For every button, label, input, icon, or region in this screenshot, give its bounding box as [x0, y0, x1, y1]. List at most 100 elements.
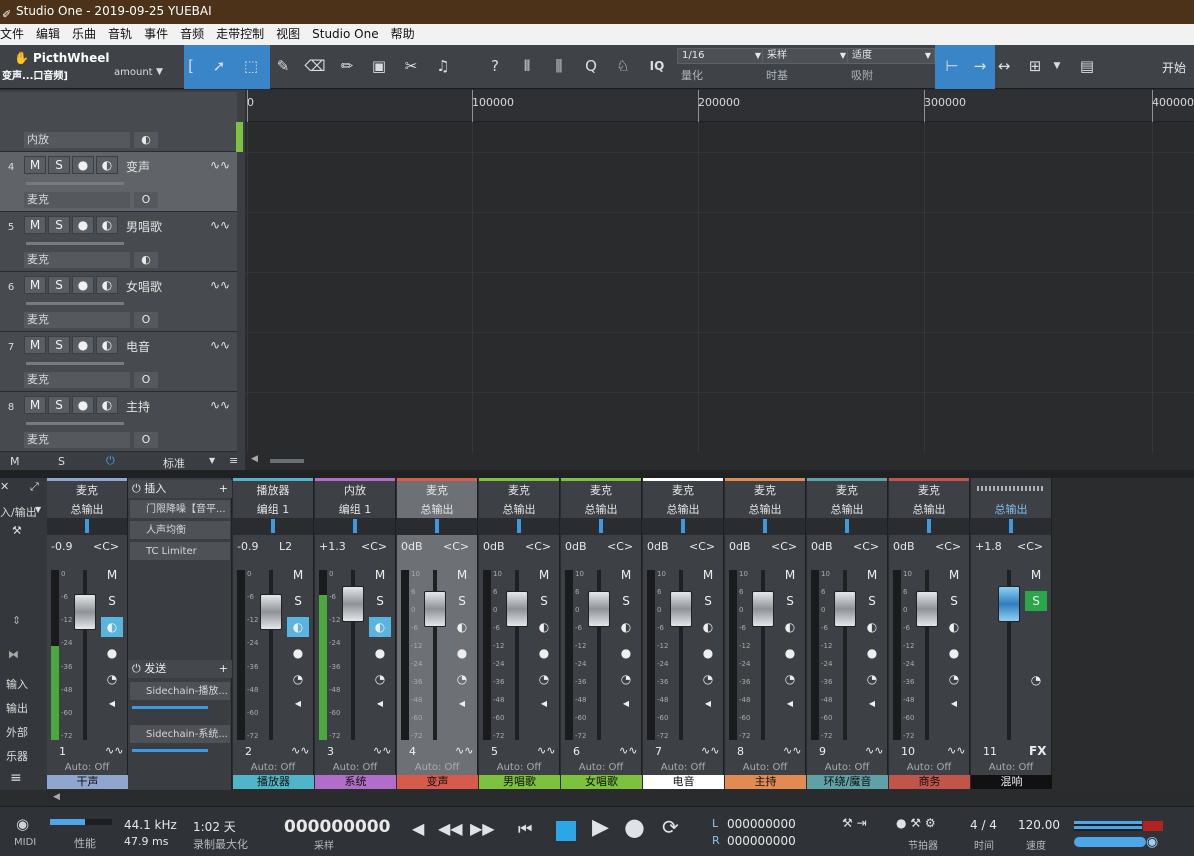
record-icon[interactable]: ●	[369, 643, 391, 663]
monitor-button[interactable]: O	[134, 312, 158, 328]
volume-fader[interactable]	[424, 591, 446, 627]
solo-button[interactable]: S	[287, 591, 309, 611]
chevron-left-icon[interactable]: ◀	[101, 694, 123, 714]
pan-value[interactable]: <C>	[771, 540, 797, 553]
volume-fader[interactable]	[342, 586, 364, 622]
pan-value[interactable]: <C>	[443, 540, 469, 553]
automation-icon[interactable]: ◔	[533, 669, 555, 689]
send-level[interactable]	[132, 706, 208, 709]
monitor-button[interactable]: O	[134, 192, 158, 208]
monitor-icon[interactable]: ◐	[943, 617, 965, 637]
add-icon[interactable]: +	[219, 660, 228, 678]
track-input[interactable]: 麦克	[24, 192, 130, 208]
channel-output[interactable]: 总输出	[47, 501, 127, 517]
arrange-view[interactable]	[245, 122, 1194, 452]
track-input[interactable]: 麦克	[24, 312, 130, 328]
mute-button[interactable]: M	[24, 396, 46, 414]
volume-value[interactable]: 0dB	[811, 540, 833, 553]
volume-value[interactable]: 0dB	[401, 540, 423, 553]
mode-select[interactable]: 标准	[163, 455, 185, 471]
automation-icon[interactable]: ◔	[615, 669, 637, 689]
automation-mode[interactable]: Auto: Off	[315, 762, 395, 773]
monitor-icon[interactable]: ◐	[96, 216, 118, 234]
automation-mode[interactable]: Auto: Off	[643, 762, 723, 773]
automation-icon[interactable]: ◔	[861, 669, 883, 689]
console-scrollbar[interactable]: ◀	[47, 790, 1194, 806]
menu-transport[interactable]: 走带控制	[210, 24, 270, 45]
volume-fader[interactable]	[752, 591, 774, 627]
chevron-left-icon[interactable]: ◀	[369, 694, 391, 714]
volume-fader[interactable]	[670, 591, 692, 627]
channel-input[interactable]: 内放	[315, 482, 395, 498]
fx-output[interactable]: 总输出	[971, 501, 1051, 517]
start-button[interactable]: 开始	[1162, 59, 1186, 76]
mute-button[interactable]: M	[369, 565, 391, 585]
go-end-icon[interactable]: ⏮	[518, 819, 532, 839]
track-name[interactable]: 主持	[126, 398, 150, 415]
track-row[interactable]: 5 M S ● ◐ 男唱歌 ∿∿ 麦克 ◐	[0, 212, 237, 272]
channel-input[interactable]: 播放器	[233, 482, 313, 498]
mute-button[interactable]: M	[24, 276, 46, 294]
automation-icon[interactable]: ◔	[943, 669, 965, 689]
io-toggle[interactable]: 入/输出	[0, 504, 37, 520]
main-volume[interactable]	[1074, 837, 1146, 847]
menu-edit[interactable]: 编辑	[30, 24, 66, 45]
menu-file[interactable]: 文件	[0, 24, 30, 45]
metronome-dot-icon[interactable]: ● ⚒ ⚙	[896, 816, 936, 830]
pan-value[interactable]: <C>	[525, 540, 551, 553]
monitor-icon[interactable]: ◐	[101, 617, 123, 637]
menu-song[interactable]: 乐曲	[66, 24, 102, 45]
listen-tool-icon[interactable]: ♫	[432, 55, 454, 77]
instrument-tab[interactable]: 乐器	[6, 748, 28, 764]
horizontal-scrollbar[interactable]: ◀	[245, 452, 1194, 470]
track-volume[interactable]	[26, 362, 124, 365]
toggle-icon[interactable]: ◉	[1146, 834, 1158, 850]
close-icon[interactable]: ✕	[0, 480, 9, 493]
arrow-tool-icon[interactable]: ➚	[208, 55, 230, 77]
record-button[interactable]: ●	[72, 396, 94, 414]
snap-select[interactable]: 适度 ▼	[847, 48, 935, 64]
monitor-icon[interactable]: ◐	[861, 617, 883, 637]
scroll-thumb[interactable]	[270, 459, 304, 463]
track-volume[interactable]	[26, 182, 124, 185]
solo-button[interactable]: S	[451, 591, 473, 611]
channel-input[interactable]: 麦克	[889, 482, 969, 498]
quantize-icon[interactable]: Q	[580, 55, 602, 77]
loop-left-value[interactable]: 000000000	[727, 817, 796, 831]
automation-icon[interactable]: ◔	[101, 669, 123, 689]
insert-slot[interactable]: 门限降噪【音平...	[130, 500, 230, 519]
channel-input[interactable]: 麦克	[47, 482, 127, 498]
automation-mode[interactable]: Auto: Off	[807, 762, 887, 773]
mute-button[interactable]: M	[697, 565, 719, 585]
record-button[interactable]: ●	[72, 216, 94, 234]
monitor-button[interactable]: ◐	[134, 252, 158, 268]
channel-output[interactable]: 总输出	[397, 501, 477, 517]
channel-input[interactable]: 麦克	[479, 482, 559, 498]
volume-value[interactable]: -0.9	[51, 540, 72, 553]
solo-button[interactable]: S	[697, 591, 719, 611]
fx-automation-mode[interactable]: Auto: Off	[971, 762, 1051, 773]
audiobend-icon[interactable]: ⫴	[516, 55, 538, 77]
menu-track[interactable]: 音轨	[102, 24, 138, 45]
metronome-icon[interactable]: ♘	[612, 55, 634, 77]
track-name[interactable]: 男唱歌	[126, 218, 162, 235]
timeline-ruler[interactable]: 0 100000 200000 300000 400000	[245, 90, 1194, 122]
monitor-icon[interactable]: ◐	[96, 396, 118, 414]
chevron-left-icon[interactable]: ◀	[615, 694, 637, 714]
param-label[interactable]: amount	[114, 67, 153, 78]
record-icon[interactable]: ●	[101, 643, 123, 663]
chevron-left-icon[interactable]: ◀	[451, 694, 473, 714]
record-icon[interactable]: ●	[287, 643, 309, 663]
channel-name[interactable]: 男唱歌	[479, 775, 560, 789]
solo-button[interactable]: S	[48, 336, 70, 354]
pan-value[interactable]: <C>	[935, 540, 961, 553]
split-view-icon[interactable]: ↔	[997, 55, 1011, 77]
volume-value[interactable]: -0.9	[237, 540, 258, 553]
channel-output[interactable]: 总输出	[561, 501, 641, 517]
menu-help[interactable]: 帮助	[385, 24, 421, 45]
fx-fader[interactable]	[998, 586, 1020, 622]
record-icon[interactable]: ●	[779, 643, 801, 663]
automation-icon[interactable]: ◔	[697, 669, 719, 689]
channel-input[interactable]: 麦克	[561, 482, 641, 498]
monitor-button[interactable]: O	[134, 432, 158, 448]
